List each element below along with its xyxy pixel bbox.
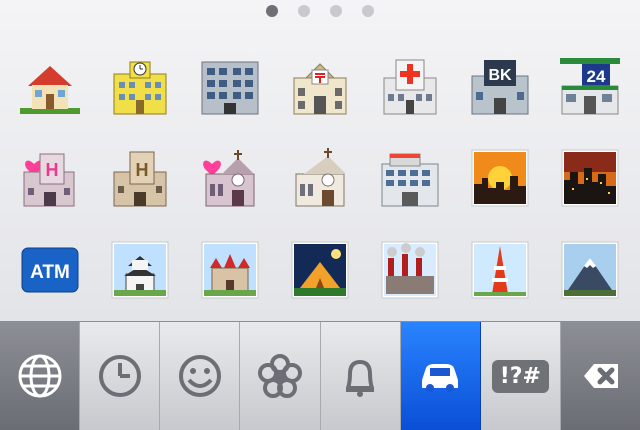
hotel-sign-text: H [136, 160, 149, 180]
tab-globe[interactable] [0, 322, 81, 430]
page-indicator [0, 5, 640, 17]
car-icon [414, 350, 466, 402]
symbols-icon: !?# [491, 359, 549, 393]
tab-objects[interactable] [321, 322, 401, 430]
emoji-sunset-city[interactable] [455, 132, 545, 224]
page-dot[interactable] [330, 5, 342, 17]
page-dot-active[interactable] [266, 5, 278, 17]
tab-people[interactable] [160, 322, 241, 430]
tab-delete[interactable] [560, 322, 640, 430]
love-hotel-sign-text: H [46, 160, 59, 180]
emoji-post-office[interactable] [275, 40, 365, 132]
emoji-japanese-castle[interactable] [95, 224, 185, 316]
emoji-house[interactable] [5, 40, 95, 132]
emoji-hospital[interactable] [365, 40, 455, 132]
emoji-love-hotel[interactable]: H [5, 132, 95, 224]
page-dot[interactable] [298, 5, 310, 17]
emoji-hotel[interactable]: H [95, 132, 185, 224]
page-dot[interactable] [362, 5, 374, 17]
emoji-mount-fuji[interactable] [545, 224, 635, 316]
emoji-page: BK 24 H H ATM [0, 0, 640, 321]
emoji-office-building-clock[interactable] [95, 40, 185, 132]
emoji-department-store[interactable] [365, 132, 455, 224]
emoji-european-castle[interactable] [185, 224, 275, 316]
emoji-keyboard: BK 24 H H ATM !?# [0, 0, 640, 430]
tab-recent[interactable] [80, 322, 161, 430]
emoji-tokyo-tower[interactable] [455, 224, 545, 316]
store-sign-text: 24 [587, 67, 606, 86]
emoji-church[interactable] [275, 132, 365, 224]
tab-places[interactable] [400, 322, 481, 430]
delete-icon [574, 350, 626, 402]
clock-icon [94, 350, 146, 402]
bank-sign-text: BK [488, 67, 512, 84]
bell-icon [334, 350, 386, 402]
emoji-factory[interactable] [365, 224, 455, 316]
smiley-icon [174, 350, 226, 402]
flower-icon [254, 350, 306, 402]
emoji-convenience-store[interactable]: 24 [545, 40, 635, 132]
emoji-wedding-chapel[interactable] [185, 132, 275, 224]
emoji-atm[interactable]: ATM [5, 224, 95, 316]
emoji-office-building[interactable] [185, 40, 275, 132]
emoji-bank[interactable]: BK [455, 40, 545, 132]
tab-symbols[interactable]: !?# [481, 322, 561, 430]
emoji-dusk-city[interactable] [545, 132, 635, 224]
emoji-grid: BK 24 H H ATM [0, 40, 640, 316]
atm-sign-text: ATM [30, 262, 70, 283]
emoji-tent-night[interactable] [275, 224, 365, 316]
tab-nature[interactable] [240, 322, 321, 430]
category-tabbar: !?# [0, 321, 640, 430]
globe-icon [14, 350, 66, 402]
